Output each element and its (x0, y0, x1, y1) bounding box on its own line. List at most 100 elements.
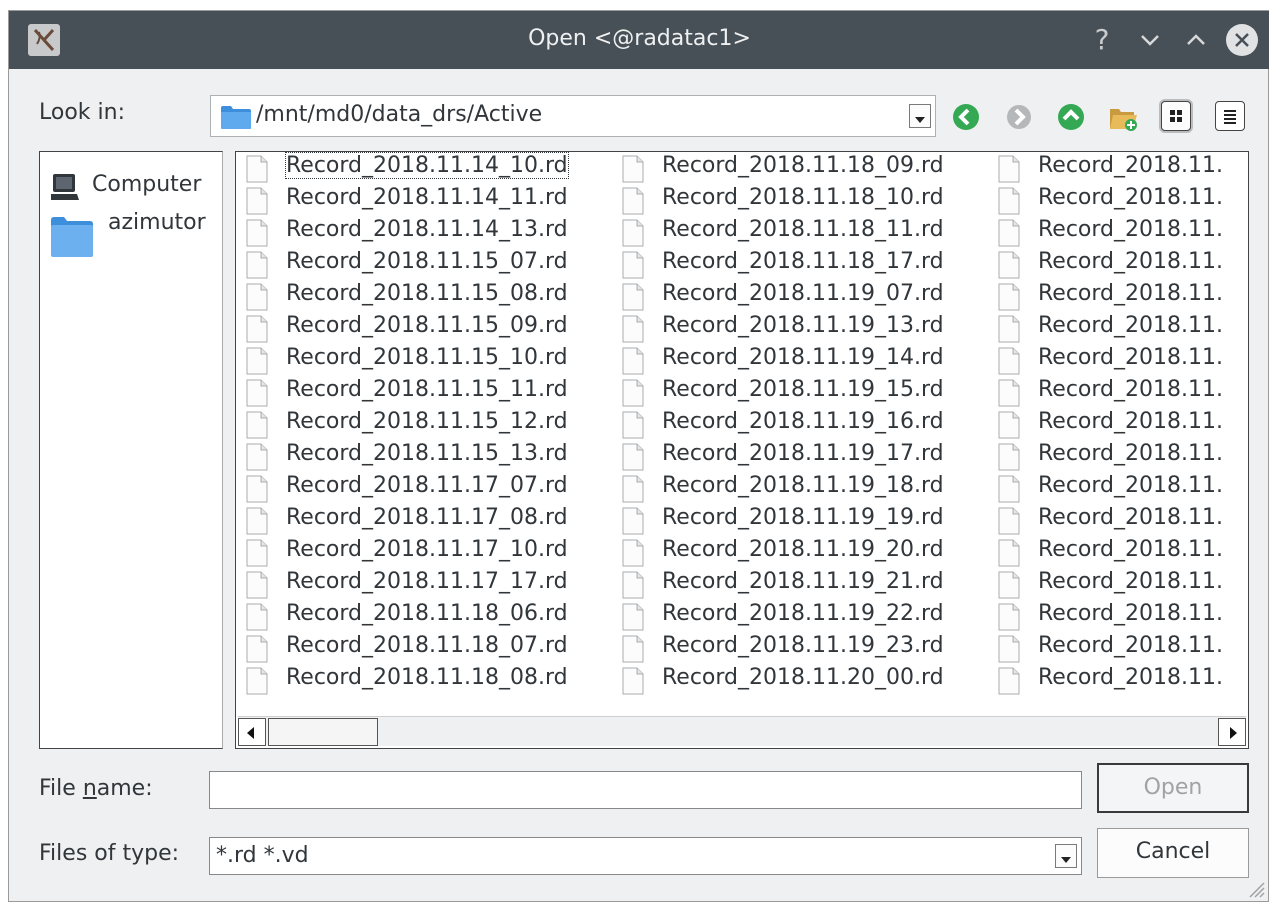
file-item[interactable]: Record_2018.11. (988, 568, 1248, 600)
file-item[interactable]: Record_2018.11.19_17.rd (612, 440, 987, 472)
file-item[interactable]: Record_2018.11.18_10.rd (612, 184, 987, 216)
file-name: Record_2018.11. (1038, 281, 1223, 306)
file-item[interactable]: Record_2018.11.19_18.rd (612, 472, 987, 504)
file-item[interactable]: Record_2018.11.18_09.rd (612, 152, 987, 184)
file-item[interactable]: Record_2018.11.15_11.rd (236, 376, 611, 408)
file-item[interactable]: Record_2018.11.15_08.rd (236, 280, 611, 312)
file-item[interactable]: Record_2018.11. (988, 152, 1248, 184)
file-name: Record_2018.11.17_07.rd (286, 473, 568, 498)
file-item[interactable]: Record_2018.11. (988, 440, 1248, 472)
file-item[interactable]: Record_2018.11. (988, 248, 1248, 280)
file-item[interactable]: Record_2018.11.14_13.rd (236, 216, 611, 248)
file-item[interactable]: Record_2018.11. (988, 632, 1248, 664)
cancel-button[interactable]: Cancel (1097, 828, 1249, 878)
file-icon (246, 187, 268, 215)
up-icon[interactable] (1055, 101, 1087, 133)
file-item[interactable]: Record_2018.11.18_11.rd (612, 216, 987, 248)
file-item[interactable]: Record_2018.11.19_22.rd (612, 600, 987, 632)
sidebar-item-azimutor[interactable]: azimutor (40, 206, 220, 257)
file-item[interactable]: Record_2018.11.19_21.rd (612, 568, 987, 600)
scroll-right-button[interactable] (1218, 718, 1246, 746)
icon-view-button[interactable] (1161, 101, 1191, 131)
file-icon (998, 219, 1020, 247)
file-item[interactable]: Record_2018.11.15_09.rd (236, 312, 611, 344)
file-item[interactable]: Record_2018.11. (988, 376, 1248, 408)
file-item[interactable]: Record_2018.11.14_11.rd (236, 184, 611, 216)
file-item[interactable]: Record_2018.11.19_15.rd (612, 376, 987, 408)
file-icon (998, 603, 1020, 631)
file-name-field[interactable] (209, 771, 1082, 809)
file-column: Record_2018.11.18_09.rd Record_2018.11.18… (612, 152, 987, 696)
forward-icon[interactable] (1003, 101, 1035, 133)
open-button[interactable]: Open (1097, 763, 1249, 813)
new-folder-icon[interactable] (1107, 101, 1139, 133)
file-item[interactable]: Record_2018.11.15_10.rd (236, 344, 611, 376)
close-button[interactable] (1225, 23, 1259, 57)
file-icon (622, 283, 644, 311)
file-item[interactable]: Record_2018.11. (988, 472, 1248, 504)
file-name: Record_2018.11.19_13.rd (662, 313, 944, 338)
file-item[interactable]: Record_2018.11. (988, 280, 1248, 312)
file-item[interactable]: Record_2018.11.15_07.rd (236, 248, 611, 280)
chevron-down-icon[interactable] (909, 104, 931, 128)
file-item[interactable]: Record_2018.11. (988, 344, 1248, 376)
file-item[interactable]: Record_2018.11.20_00.rd (612, 664, 987, 696)
file-name: Record_2018.11. (1038, 537, 1223, 562)
file-item[interactable]: Record_2018.11.19_13.rd (612, 312, 987, 344)
help-button[interactable]: ? (1085, 23, 1119, 57)
detail-view-button[interactable] (1215, 101, 1245, 131)
file-item[interactable]: Record_2018.11.19_14.rd (612, 344, 987, 376)
file-item[interactable]: Record_2018.11.19_16.rd (612, 408, 987, 440)
file-item[interactable]: Record_2018.11. (988, 408, 1248, 440)
resize-grip-icon[interactable] (1244, 877, 1266, 899)
file-item[interactable]: Record_2018.11. (988, 216, 1248, 248)
file-icon (246, 251, 268, 279)
file-item[interactable]: Record_2018.11.18_08.rd (236, 664, 611, 696)
file-icon (246, 603, 268, 631)
file-icon (998, 251, 1020, 279)
file-item[interactable]: Record_2018.11. (988, 664, 1248, 696)
file-name: Record_2018.11. (1038, 409, 1223, 434)
chevron-down-icon[interactable] (1055, 844, 1077, 868)
file-item[interactable]: Record_2018.11.19_23.rd (612, 632, 987, 664)
title-bar[interactable]: Open <@radatac1> ? (9, 11, 1269, 69)
horizontal-scrollbar[interactable] (238, 716, 1246, 746)
file-item[interactable]: Record_2018.11.14_10.rd (236, 152, 611, 184)
file-item[interactable]: Record_2018.11.19_20.rd (612, 536, 987, 568)
file-item[interactable]: Record_2018.11.17_08.rd (236, 504, 611, 536)
file-list[interactable]: Record_2018.11.14_10.rd Record_2018.11.14… (235, 151, 1249, 749)
file-item[interactable]: Record_2018.11.18_17.rd (612, 248, 987, 280)
file-icon (998, 635, 1020, 663)
file-icon (246, 667, 268, 695)
back-icon[interactable] (950, 101, 982, 133)
file-item[interactable]: Record_2018.11.19_07.rd (612, 280, 987, 312)
file-name-input[interactable] (210, 772, 1081, 808)
file-item[interactable]: Record_2018.11.18_06.rd (236, 600, 611, 632)
minimize-button[interactable] (1133, 23, 1167, 57)
files-of-type-combo[interactable]: *.rd *.vd (209, 837, 1082, 875)
file-icon (622, 379, 644, 407)
list-icon (1224, 110, 1236, 124)
file-item[interactable]: Record_2018.11.17_17.rd (236, 568, 611, 600)
file-item[interactable]: Record_2018.11. (988, 312, 1248, 344)
maximize-button[interactable] (1179, 23, 1213, 57)
sidebar-item-computer[interactable]: Computer (40, 164, 220, 206)
scroll-left-button[interactable] (238, 718, 266, 746)
file-item[interactable]: Record_2018.11. (988, 536, 1248, 568)
file-item[interactable]: Record_2018.11.17_07.rd (236, 472, 611, 504)
scrollbar-thumb[interactable] (268, 718, 378, 746)
file-name: Record_2018.11.20_00.rd (662, 665, 944, 690)
file-item[interactable]: Record_2018.11. (988, 600, 1248, 632)
file-item[interactable]: Record_2018.11.15_13.rd (236, 440, 611, 472)
file-name: Record_2018.11.14_11.rd (286, 185, 568, 210)
file-item[interactable]: Record_2018.11.18_07.rd (236, 632, 611, 664)
file-item[interactable]: Record_2018.11.15_12.rd (236, 408, 611, 440)
file-item[interactable]: Record_2018.11. (988, 184, 1248, 216)
file-item[interactable]: Record_2018.11.17_10.rd (236, 536, 611, 568)
file-item[interactable]: Record_2018.11. (988, 504, 1248, 536)
file-icon (622, 635, 644, 663)
look-in-combo[interactable]: /mnt/md0/data_drs/Active (210, 95, 936, 137)
file-item[interactable]: Record_2018.11.19_19.rd (612, 504, 987, 536)
file-name: Record_2018.11.19_23.rd (662, 633, 944, 658)
file-name-label: File name: (39, 776, 153, 801)
